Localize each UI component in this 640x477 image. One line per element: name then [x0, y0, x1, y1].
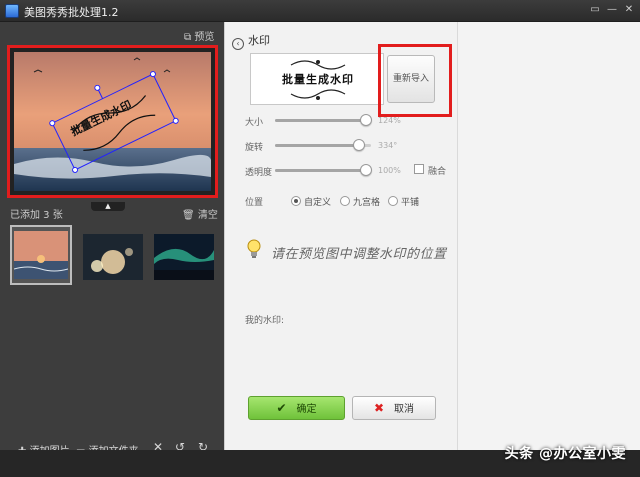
- size-value: 124%: [378, 116, 401, 125]
- position-radio-custom[interactable]: [291, 196, 301, 206]
- rotation-fill: [275, 144, 359, 147]
- cancel-button[interactable]: ✖ 取消: [352, 396, 436, 420]
- tip-text: 请在预览图中调整水印的位置: [271, 247, 447, 262]
- trash-icon: 🗑: [182, 210, 195, 221]
- thumbnail-sunset[interactable]: [10, 225, 72, 285]
- opacity-label: 透明度: [245, 168, 273, 178]
- opacity-slider-knob[interactable]: [360, 164, 373, 176]
- opacity-fill: [275, 169, 367, 172]
- source-credit: 头条 @办公室小雯: [504, 446, 626, 462]
- image-list-panel: ⧉ 预览 批量生成水印 ▲ 已添加 3 张 🗑 清空 ✕ ↺ ↻: [0, 22, 224, 457]
- minimize-button[interactable]: —: [605, 3, 619, 17]
- confirm-label: 确定: [296, 404, 317, 415]
- preview-frame: 批量生成水印: [7, 45, 218, 198]
- rotation-slider-knob[interactable]: [352, 139, 365, 151]
- preview-button[interactable]: ⧉ 预览: [184, 28, 214, 43]
- preview-label: 预览: [194, 32, 215, 43]
- thumbnail-image: [154, 234, 214, 280]
- position-label: 位置: [245, 198, 264, 208]
- rotation-value: 334°: [378, 141, 398, 150]
- close-button[interactable]: ✕: [622, 3, 636, 17]
- watermark-preview-text: 批量生成水印: [282, 73, 354, 86]
- added-count: 已添加 3 张: [10, 210, 63, 221]
- panel-header: ‹ 水印: [232, 32, 270, 50]
- window-title: 美图秀秀批处理1.2: [24, 6, 119, 19]
- back-icon[interactable]: ‹: [232, 38, 244, 50]
- position-radio-grid[interactable]: [340, 196, 350, 206]
- confirm-button[interactable]: ✔ 确定: [248, 396, 345, 420]
- watermark-panel: ‹ 水印 批量生成水印 重新导入 大小 124% 旋转 334° 透明度 100%…: [224, 22, 457, 450]
- rotation-slider[interactable]: [275, 139, 371, 151]
- preview-icon: ⧉: [184, 32, 192, 43]
- position-option-custom: 自定义: [304, 198, 332, 208]
- blend-checkbox[interactable]: [414, 164, 424, 174]
- title-bar: 美图秀秀批处理1.2 ▭ — ✕: [0, 0, 640, 22]
- panel-title: 水印: [248, 34, 270, 47]
- clear-label: 清空: [197, 210, 218, 221]
- check-icon: ✔: [276, 401, 287, 415]
- size-label: 大小: [245, 118, 264, 128]
- opacity-value: 100%: [378, 166, 401, 175]
- thumbnail-aurora[interactable]: [154, 234, 214, 280]
- lightbulb-icon: [247, 239, 261, 258]
- cancel-label: 取消: [394, 404, 415, 415]
- preview-image[interactable]: [14, 52, 211, 191]
- position-radio-tile[interactable]: [388, 196, 398, 206]
- size-fill: [275, 119, 367, 122]
- my-watermark-label: 我的水印:: [245, 316, 285, 326]
- position-option-grid: 九宫格: [353, 198, 381, 208]
- restore-button[interactable]: ▭: [588, 3, 602, 17]
- thumbnail-image: [83, 234, 143, 280]
- thumbnail-image: [14, 231, 68, 279]
- position-option-tile: 平铺: [401, 198, 420, 208]
- size-slider-knob[interactable]: [360, 114, 373, 126]
- reimport-button[interactable]: 重新导入: [387, 55, 435, 103]
- collapse-toggle[interactable]: ▲: [91, 202, 125, 211]
- thumbnail-fireworks[interactable]: [83, 234, 143, 280]
- watermark-preview: 批量生成水印: [250, 53, 384, 105]
- right-blank-panel: [457, 22, 640, 450]
- blend-label: 融合: [428, 167, 447, 177]
- size-slider[interactable]: [275, 114, 373, 126]
- close-icon: ✖: [373, 401, 385, 415]
- app-icon: [5, 4, 19, 18]
- rotation-label: 旋转: [245, 143, 264, 153]
- opacity-slider[interactable]: [275, 164, 373, 176]
- clear-button[interactable]: 🗑 清空: [182, 206, 218, 221]
